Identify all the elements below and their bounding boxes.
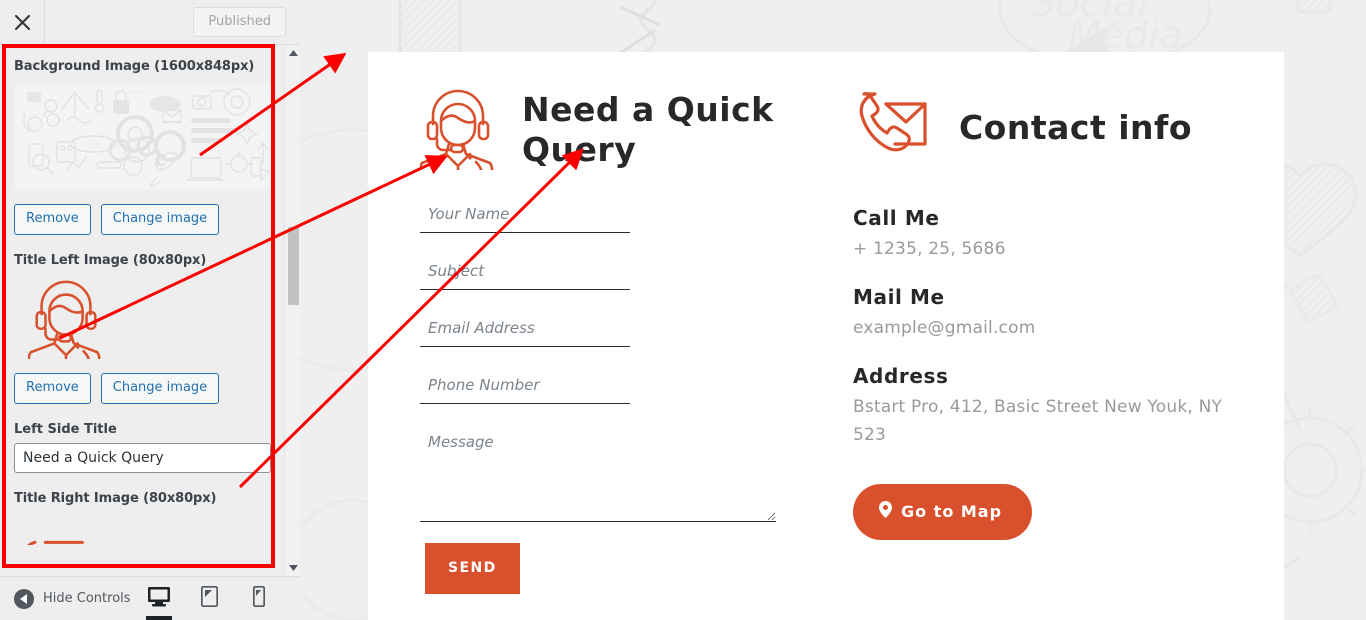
quick-query-form[interactable]: SEND [420, 198, 818, 594]
tablet-preview-button[interactable] [194, 578, 224, 620]
svg-text:Trendy: Trendy [80, 141, 101, 148]
contact-value: + 1235, 25, 5686 [852, 239, 1006, 259]
customizer-panel: Background Image (1600x848px) Social Tre… [0, 45, 284, 576]
screen-root: Social Media Need a Quick Query Your Nam… [0, 0, 1366, 620]
customizer-topbar: Published [0, 0, 300, 45]
scrollbar-thumb[interactable] [288, 227, 299, 305]
go-to-map-label: Go to Map [900, 501, 1003, 521]
subject-input[interactable] [420, 255, 630, 290]
message-textarea[interactable] [420, 426, 776, 522]
customizer-footer: Hide Controls [0, 576, 300, 620]
caret-up-icon[interactable] [285, 45, 300, 61]
remove-title-left-image-button[interactable]: Remove [14, 373, 91, 405]
title-right-image-thumbnail[interactable] [14, 515, 270, 564]
right-heading-row: Contact info [853, 86, 1232, 170]
left-heading-row: Need a Quick Query [418, 86, 818, 180]
customizer-body: Background Image (1600x848px) Social Tre… [0, 45, 300, 576]
phone-input[interactable] [420, 369, 630, 404]
send-button[interactable]: SEND [425, 543, 520, 594]
control-label: Background Image (1600x848px) [14, 59, 255, 74]
title-left-image-thumbnail[interactable] [27, 277, 104, 369]
map-pin-icon [878, 500, 892, 522]
contact-section-card: Need a Quick Query SEND [368, 52, 1284, 620]
phone-envelope-icon [853, 86, 933, 170]
svg-text:Social: Social [128, 89, 146, 96]
tablet-icon [200, 585, 218, 611]
topbar-actions: Published [45, 0, 300, 44]
contact-info-item-mail: Mail Me example@gmail.com [853, 285, 1232, 342]
contact-value: example@gmail.com [852, 318, 1036, 339]
contact-info-item-address: Address Bstart Pro, 412, Basic Street Ne… [853, 364, 1232, 448]
svg-text:C: C [155, 151, 167, 170]
desktop-preview-button[interactable] [144, 578, 174, 620]
change-title-left-image-button[interactable]: Change image [100, 373, 220, 405]
go-to-map-button[interactable]: Go to Map [852, 483, 1033, 540]
control-label: Title Left Image (80x80px) [14, 253, 207, 269]
name-input[interactable] [420, 198, 630, 233]
remove-background-button[interactable]: Remove [14, 204, 91, 236]
customizer-sidebar: Published Background Image (1600x848px) [0, 0, 300, 620]
contact-heading: Address [852, 364, 949, 389]
background-image-actions: Remove Change image [14, 204, 270, 236]
mobile-icon [252, 585, 266, 611]
control-label: Title Right Image (80x80px) [14, 491, 217, 507]
collapse-left-icon [14, 588, 34, 609]
contact-value: Bstart Pro, 412, Basic Street New Youk, … [852, 397, 1223, 445]
control-background-image: Background Image (1600x848px) Social Tre… [14, 59, 271, 236]
mobile-preview-button[interactable] [244, 578, 274, 620]
device-preview-switcher [144, 578, 274, 620]
contact-form-column: Need a Quick Query SEND [418, 86, 818, 594]
contact-info-list: Call Me + 1235, 25, 5686 Mail Me example… [853, 206, 1232, 449]
contact-info-item-call: Call Me + 1235, 25, 5686 [853, 206, 1232, 263]
control-title-left-image: Title Left Image (80x80px) Remove Change… [14, 253, 270, 405]
left-side-title-label: Left Side Title [14, 422, 117, 438]
site-preview-pane[interactable]: Need a Quick Query SEND [300, 0, 1366, 620]
background-image-thumbnail[interactable]: Social Trendy SEO C [14, 83, 271, 190]
svg-text:SEO: SEO [241, 145, 254, 152]
right-title: Contact info [958, 107, 1193, 147]
hide-controls-label: Hide Controls [43, 591, 131, 606]
title-left-image-actions: Remove Change image [14, 373, 270, 405]
left-side-title-input[interactable] [14, 443, 271, 474]
control-left-side-title: Left Side Title [14, 422, 271, 474]
contact-info-column: Contact info Call Me + 1235, 25, 5686 Ma… [852, 86, 1232, 594]
change-background-button[interactable]: Change image [100, 204, 220, 236]
left-title: Need a Quick Query [522, 89, 774, 169]
desktop-icon [148, 586, 170, 611]
caret-down-icon[interactable] [285, 560, 300, 576]
publish-button[interactable]: Published [193, 6, 286, 38]
customizer-scrollbar[interactable] [284, 45, 300, 576]
headset-support-icon [418, 86, 496, 180]
contact-heading: Mail Me [852, 285, 945, 310]
email-input[interactable] [420, 312, 630, 347]
close-icon[interactable] [0, 0, 45, 44]
hide-controls-button[interactable]: Hide Controls [14, 588, 131, 609]
control-title-right-image: Title Right Image (80x80px) [14, 491, 270, 564]
contact-heading: Call Me [852, 206, 940, 230]
